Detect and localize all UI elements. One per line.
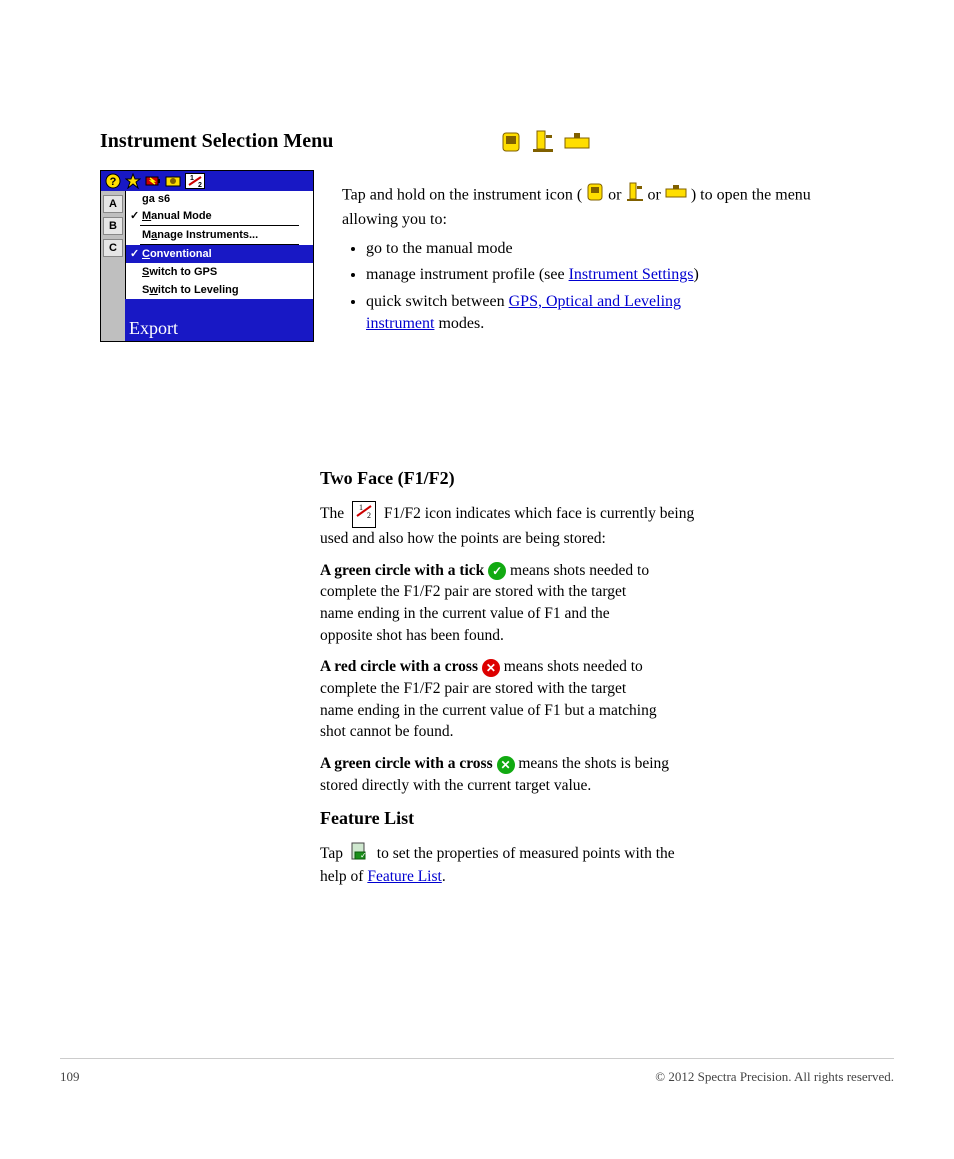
battery-icon xyxy=(145,173,161,189)
help-icon: ? xyxy=(105,173,121,189)
level-icon xyxy=(564,132,590,152)
svg-text:1: 1 xyxy=(359,503,363,512)
gps-icon xyxy=(586,182,604,209)
screenshot-left-keys: A B C xyxy=(101,191,125,341)
feature-list-para: Tap ✓ to set the properties of measured … xyxy=(320,842,860,888)
level-icon xyxy=(665,184,687,207)
menu-item-switch-leveling[interactable]: Switch to Leveling xyxy=(126,281,313,299)
screenshot-toolbar: ? 12 xyxy=(101,171,313,191)
menu-item-manual-mode[interactable]: Manual Mode xyxy=(126,207,313,225)
key-c: C xyxy=(103,239,123,257)
svg-text:2: 2 xyxy=(367,511,371,519)
menu-item-conventional[interactable]: Conventional xyxy=(126,245,313,263)
svg-text:2: 2 xyxy=(198,182,202,188)
bullet-manual-mode: go to the manual mode xyxy=(366,238,862,260)
twoface-intro: The 12 F1/F2 icon indicates which face i… xyxy=(320,501,860,549)
gps-icon xyxy=(500,130,522,154)
context-menu-title: ga s6 xyxy=(126,191,313,207)
twoface-icon: 12 xyxy=(185,173,205,189)
title-icons xyxy=(500,130,590,154)
intro-text: or xyxy=(608,186,625,203)
page-number: 109 xyxy=(60,1069,80,1085)
link-feature-list[interactable]: Feature List xyxy=(367,868,441,885)
svg-text:?: ? xyxy=(110,176,117,188)
link-instrument[interactable]: instrument xyxy=(366,315,434,332)
bullet-manage-profile: manage instrument profile (see Instrumen… xyxy=(366,264,862,286)
f1f2-icon: 12 xyxy=(352,501,376,528)
status-unmatched: A red circle with a cross ✕ means shots … xyxy=(320,656,860,743)
key-b: B xyxy=(103,217,123,235)
svg-text:✓: ✓ xyxy=(360,851,367,860)
intro-paragraph: Tap and hold on the instrument icon ( or… xyxy=(342,180,862,339)
status-direct: A green circle with a cross ✕ means the … xyxy=(320,753,860,796)
svg-text:1: 1 xyxy=(190,175,194,182)
menu-item-switch-gps[interactable]: Switch to GPS xyxy=(126,263,313,281)
star-icon xyxy=(125,173,141,189)
screenshot-bottom-label: Export xyxy=(129,318,178,339)
status-error-icon: ✕ xyxy=(482,659,500,677)
intro-bullets: go to the manual mode manage instrument … xyxy=(342,238,862,336)
copyright: © 2012 Spectra Precision. All rights res… xyxy=(655,1069,894,1085)
status-matched: A green circle with a tick ✓ means shots… xyxy=(320,560,860,647)
status-ok-icon: ✓ xyxy=(488,562,506,580)
bullet-quick-switch: quick switch between GPS, Optical and Le… xyxy=(366,291,862,336)
totalstation-icon xyxy=(626,182,644,209)
camera-icon xyxy=(165,173,181,189)
key-a: A xyxy=(103,195,123,213)
page-footer: 109 © 2012 Spectra Precision. All rights… xyxy=(60,1058,894,1085)
status-skip-icon: ✕ xyxy=(497,756,515,774)
link-modes[interactable]: GPS, Optical and Leveling xyxy=(509,293,681,310)
heading-feature-list: Feature List xyxy=(320,806,860,831)
link-instrument-settings[interactable]: Instrument Settings xyxy=(569,266,694,283)
menu-item-manage-instruments[interactable]: Manage Instruments... xyxy=(126,226,313,244)
intro-text: or xyxy=(648,186,665,203)
featurelist-icon: ✓ xyxy=(351,842,369,867)
instrument-menu-screenshot: ? 12 A B C ga s6 Manual Mode xyxy=(100,170,314,342)
totalstation-icon xyxy=(532,130,554,154)
context-menu: ga s6 Manual Mode Manage Instruments... … xyxy=(125,191,313,299)
section-title: Instrument Selection Menu xyxy=(100,130,333,153)
heading-two-face: Two Face (F1/F2) xyxy=(320,466,860,491)
intro-text: Tap and hold on the instrument icon ( xyxy=(342,186,582,203)
